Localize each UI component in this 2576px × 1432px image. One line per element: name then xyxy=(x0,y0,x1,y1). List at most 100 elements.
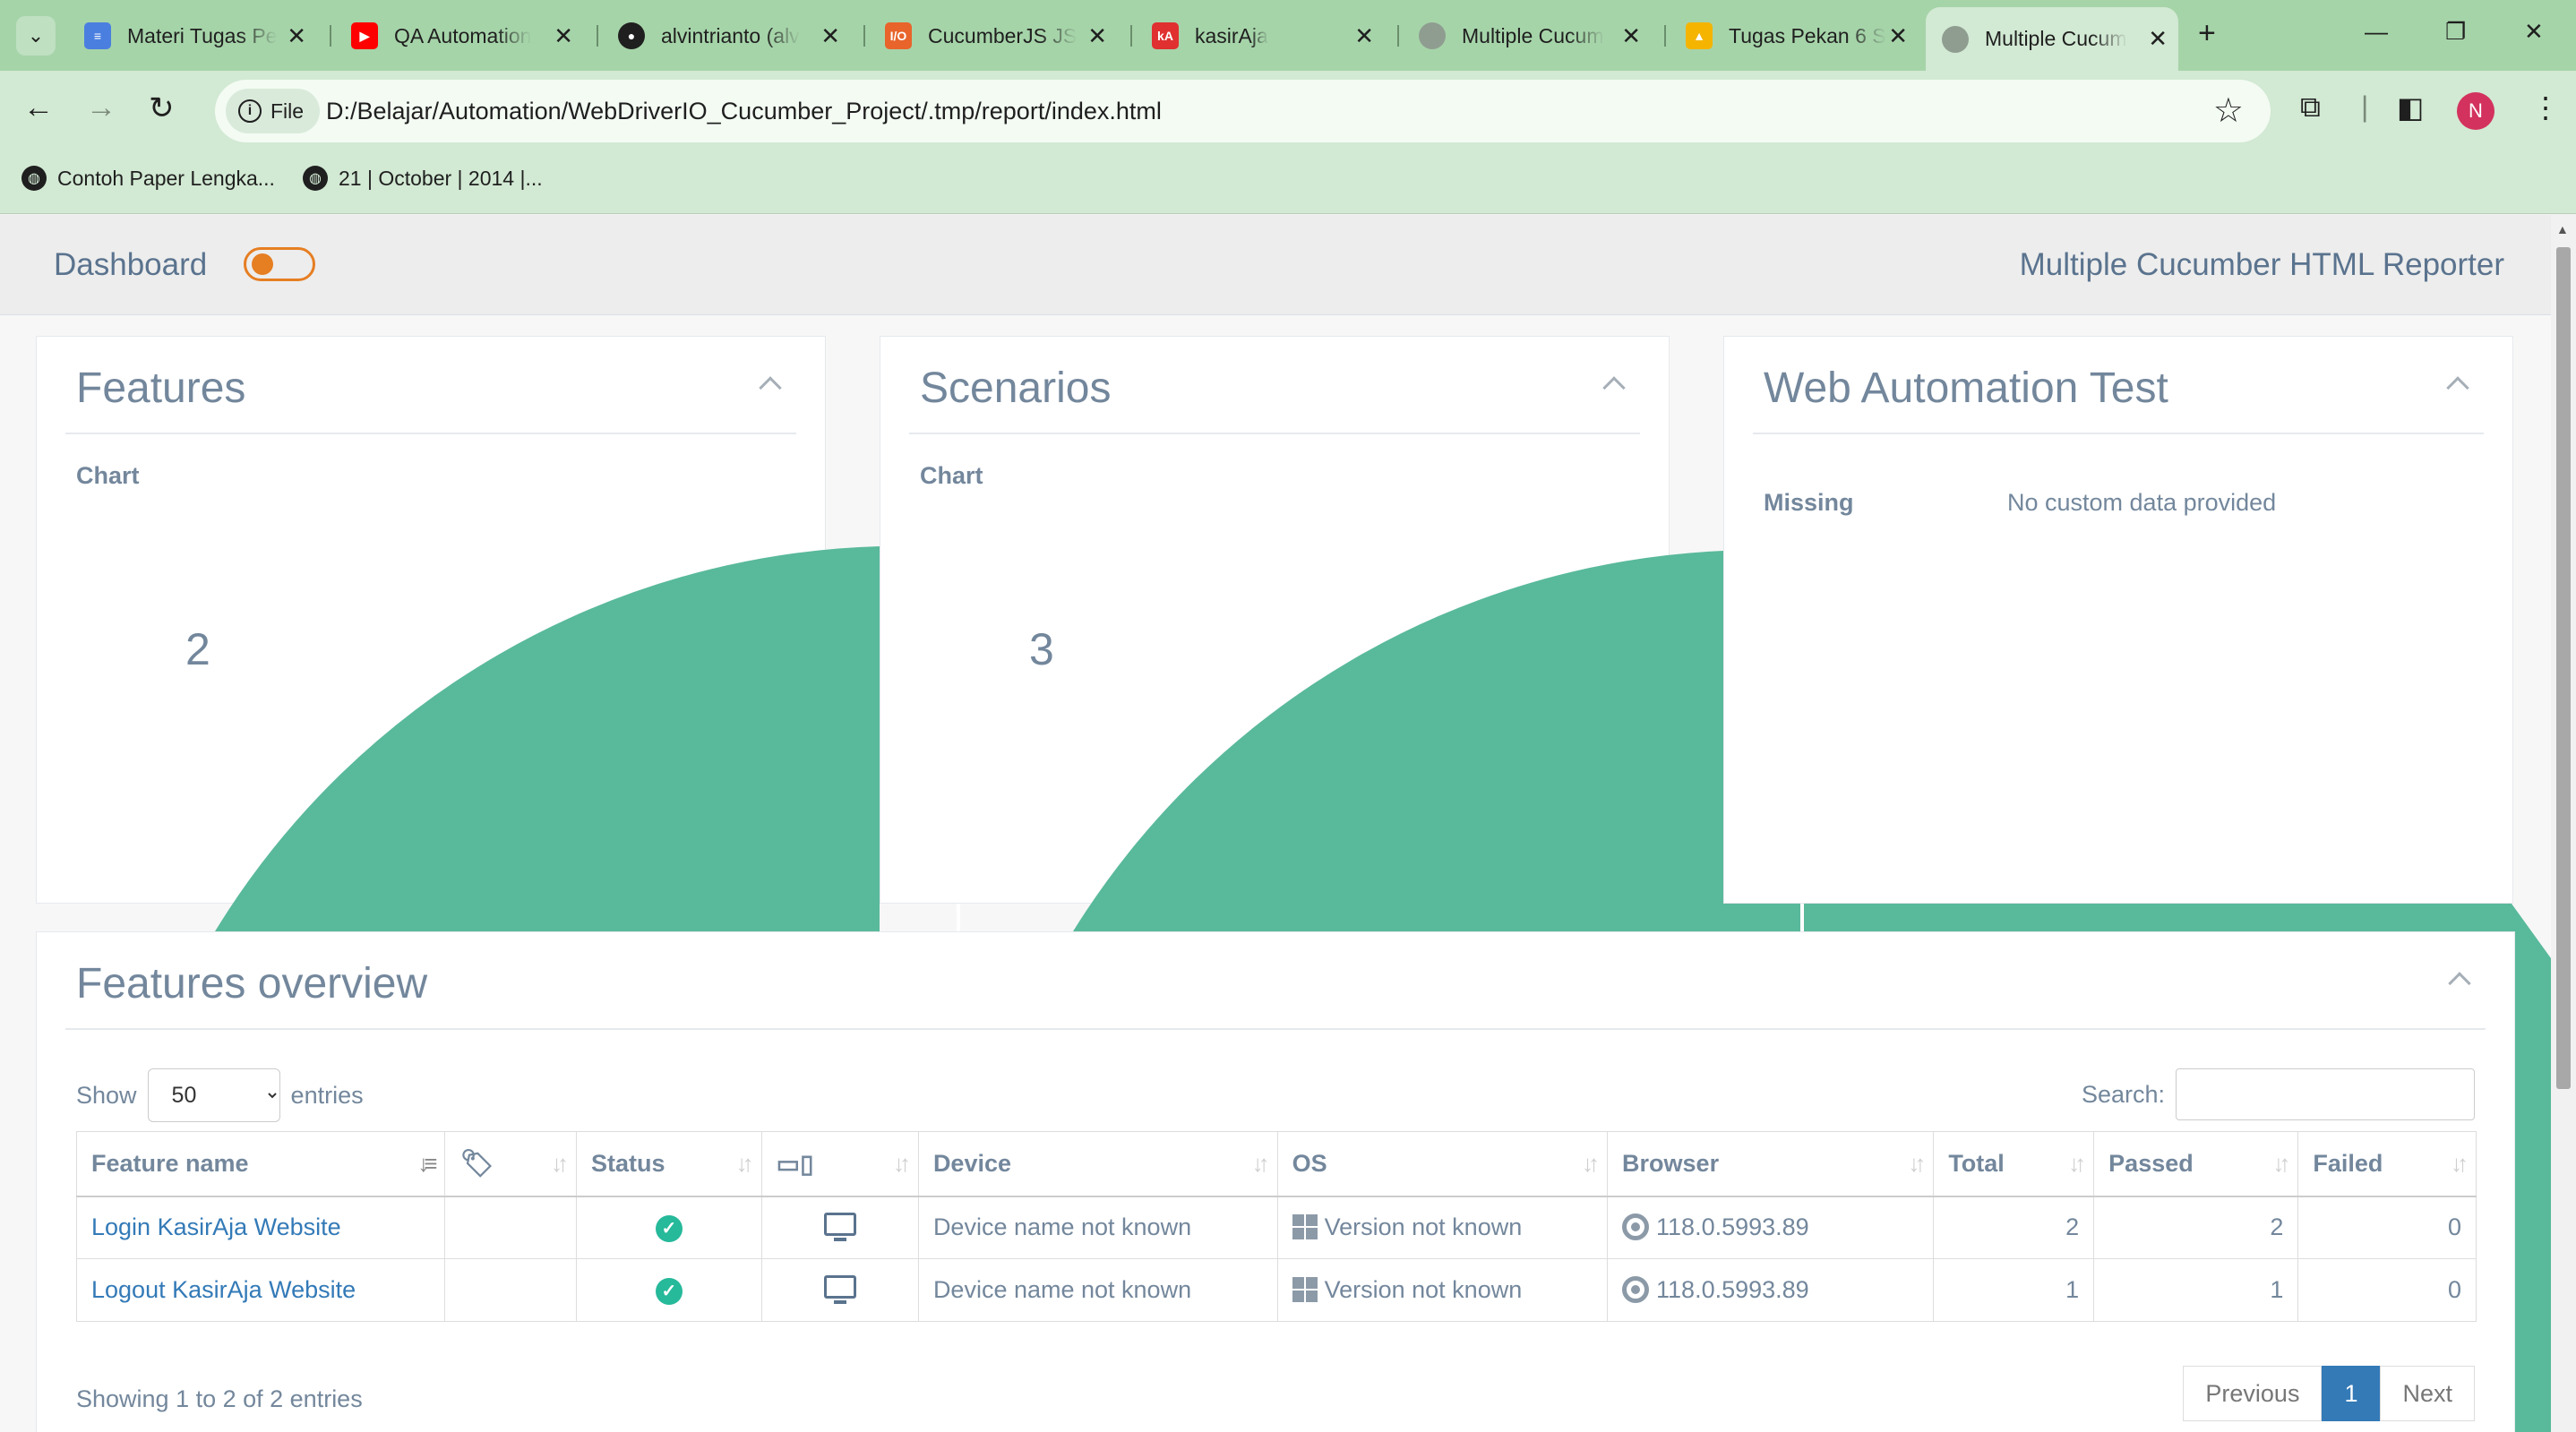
tab-5[interactable]: kA kasirAja ✕ xyxy=(1136,14,1385,57)
search-input[interactable] xyxy=(2176,1068,2475,1120)
extensions-icon[interactable]: ⧉ xyxy=(2300,90,2321,124)
divider xyxy=(65,1028,2486,1030)
page-scrollbar[interactable]: ▲ xyxy=(2551,215,2576,1432)
theme-toggle[interactable] xyxy=(244,247,315,281)
sort-icon: ↓↑ xyxy=(735,1150,754,1177)
tab-1[interactable]: ≡ Materi Tugas Pe ✕ xyxy=(68,14,317,57)
tab-title: Multiple Cucum xyxy=(1985,27,2127,50)
show-label: Show xyxy=(76,1081,137,1109)
close-icon[interactable]: ✕ xyxy=(820,22,840,50)
address-bar[interactable]: i File D:/Belajar/Automation/WebDriverIO… xyxy=(215,80,2271,142)
close-window-icon[interactable]: ✕ xyxy=(2524,18,2544,46)
forward-icon[interactable]: → xyxy=(86,90,116,125)
browser-cell: 118.0.5993.89 xyxy=(1607,1258,1935,1322)
report-page: Dashboard Multiple Cucumber HTML Reporte… xyxy=(0,215,2551,1432)
back-icon[interactable]: ← xyxy=(23,90,54,125)
browser-cell: 118.0.5993.89 xyxy=(1607,1196,1935,1259)
collapse-chevron-icon[interactable] xyxy=(2446,376,2469,399)
new-tab-button[interactable]: + xyxy=(2198,16,2216,51)
col-device-type[interactable]: ▭▯ ↓↑ xyxy=(760,1131,919,1197)
close-icon[interactable]: ✕ xyxy=(1621,22,1641,50)
tab-title: kasirAja xyxy=(1195,23,1268,47)
menu-kebab-icon[interactable]: ⋮ xyxy=(2531,90,2560,124)
column-label: Status xyxy=(591,1149,665,1177)
divider xyxy=(65,433,796,434)
col-os[interactable]: OS ↓↑ xyxy=(1276,1131,1609,1197)
col-failed[interactable]: Failed ↓↑ xyxy=(2297,1131,2477,1197)
tab-separator xyxy=(1664,25,1666,47)
page-length-select[interactable]: 50 xyxy=(147,1068,280,1122)
side-panel-icon[interactable]: ◧ xyxy=(2397,90,2424,124)
scrollbar-thumb[interactable] xyxy=(2556,247,2571,1089)
collapse-chevron-icon[interactable] xyxy=(2448,972,2471,995)
restore-icon[interactable]: ❐ xyxy=(2445,18,2466,46)
chrome-icon xyxy=(1622,1213,1650,1241)
page-1-button[interactable]: 1 xyxy=(2322,1366,2381,1421)
scenarios-count: 3 xyxy=(1029,624,1054,674)
col-browser[interactable]: Browser ↓↑ xyxy=(1607,1131,1935,1197)
col-tags[interactable]: 🏷 ↓↑ xyxy=(444,1131,578,1197)
bookmark-item[interactable]: ◍ 21 | October | 2014 |... xyxy=(303,166,543,191)
tab-3[interactable]: ● alvintrianto (alv ✕ xyxy=(602,14,851,57)
tab-4[interactable]: I/O CucumberJS JS ✕ xyxy=(869,14,1118,57)
collapse-chevron-icon[interactable] xyxy=(1602,376,1626,399)
bookmark-item[interactable]: ◍ Contoh Paper Lengka... xyxy=(21,166,275,191)
url-text[interactable]: D:/Belajar/Automation/WebDriverIO_Cucumb… xyxy=(326,98,1162,125)
reload-icon[interactable]: ↻ xyxy=(149,90,175,126)
features-panel: Features Chart 2 xyxy=(36,336,826,904)
tab-title: alvintrianto (alv xyxy=(661,23,800,47)
tab-6[interactable]: Multiple Cucum ✕ xyxy=(1403,14,1652,57)
metadata-value: No custom data provided xyxy=(2007,489,2277,516)
profile-avatar[interactable]: N xyxy=(2457,92,2494,130)
column-label: Total xyxy=(1948,1149,2005,1177)
feature-link[interactable]: Login KasirAja Website xyxy=(91,1213,341,1240)
tab-title: Multiple Cucum xyxy=(1462,23,1604,47)
close-icon[interactable]: ✕ xyxy=(287,22,306,50)
bookmark-star-icon[interactable]: ☆ xyxy=(2213,90,2244,131)
column-label: OS xyxy=(1292,1149,1327,1177)
bookmark-label: 21 | October | 2014 |... xyxy=(339,166,543,190)
col-status[interactable]: Status ↓↑ xyxy=(576,1131,762,1197)
passed-cell: 2 xyxy=(2093,1196,2299,1259)
column-label: Feature name xyxy=(91,1149,249,1177)
browser-version: 118.0.5993.89 xyxy=(1656,1276,1809,1303)
previous-page-button[interactable]: Previous xyxy=(2183,1366,2323,1421)
globe-icon: ◍ xyxy=(303,166,328,191)
sort-icon: ↓↑ xyxy=(892,1150,911,1177)
total-cell: 1 xyxy=(1933,1258,2095,1322)
tab-separator xyxy=(1397,25,1399,47)
sort-icon: ↓↑ xyxy=(2451,1150,2469,1177)
info-icon: i xyxy=(238,99,262,123)
tab-7[interactable]: ▲ Tugas Pekan 6 S ✕ xyxy=(1670,14,1919,57)
tab-search-button[interactable]: ⌄ xyxy=(16,16,56,56)
close-icon[interactable]: ✕ xyxy=(554,22,573,50)
collapse-chevron-icon[interactable] xyxy=(759,376,782,399)
close-icon[interactable]: ✕ xyxy=(1087,22,1107,50)
tab-separator xyxy=(1130,25,1132,47)
sun-icon xyxy=(252,253,273,275)
tab-title: Tugas Pekan 6 S xyxy=(1729,23,1886,47)
close-icon[interactable]: ✕ xyxy=(2148,25,2168,53)
minimize-icon[interactable]: — xyxy=(2365,18,2388,46)
tab-title: CucumberJS JS xyxy=(928,23,1078,47)
tab-separator xyxy=(597,25,598,47)
next-page-button[interactable]: Next xyxy=(2380,1366,2475,1421)
tab-active[interactable]: Multiple Cucum ✕ xyxy=(1926,7,2178,71)
scroll-up-icon[interactable]: ▲ xyxy=(2556,222,2569,236)
table-info: Showing 1 to 2 of 2 entries xyxy=(76,1385,363,1412)
feature-link[interactable]: Logout KasirAja Website xyxy=(91,1276,356,1303)
site-info-chip[interactable]: i File xyxy=(226,89,321,133)
tab-2[interactable]: ▶ QA Automation ✕ xyxy=(335,14,584,57)
close-icon[interactable]: ✕ xyxy=(1354,22,1374,50)
col-total[interactable]: Total ↓↑ xyxy=(1933,1131,2095,1197)
col-feature-name[interactable]: Feature name ↓≡ xyxy=(75,1131,446,1197)
panel-title: Features overview xyxy=(76,960,428,1008)
col-passed[interactable]: Passed ↓↑ xyxy=(2093,1131,2299,1197)
close-icon[interactable]: ✕ xyxy=(1888,22,1908,50)
desktop-icon xyxy=(823,1213,856,1242)
features-count: 2 xyxy=(185,624,210,674)
chart-divider xyxy=(957,904,960,931)
table-row: Logout KasirAja Website ✓ Device name no… xyxy=(75,1258,2477,1322)
col-device[interactable]: Device ↓↑ xyxy=(917,1131,1278,1197)
total-cell: 2 xyxy=(1933,1196,2095,1259)
